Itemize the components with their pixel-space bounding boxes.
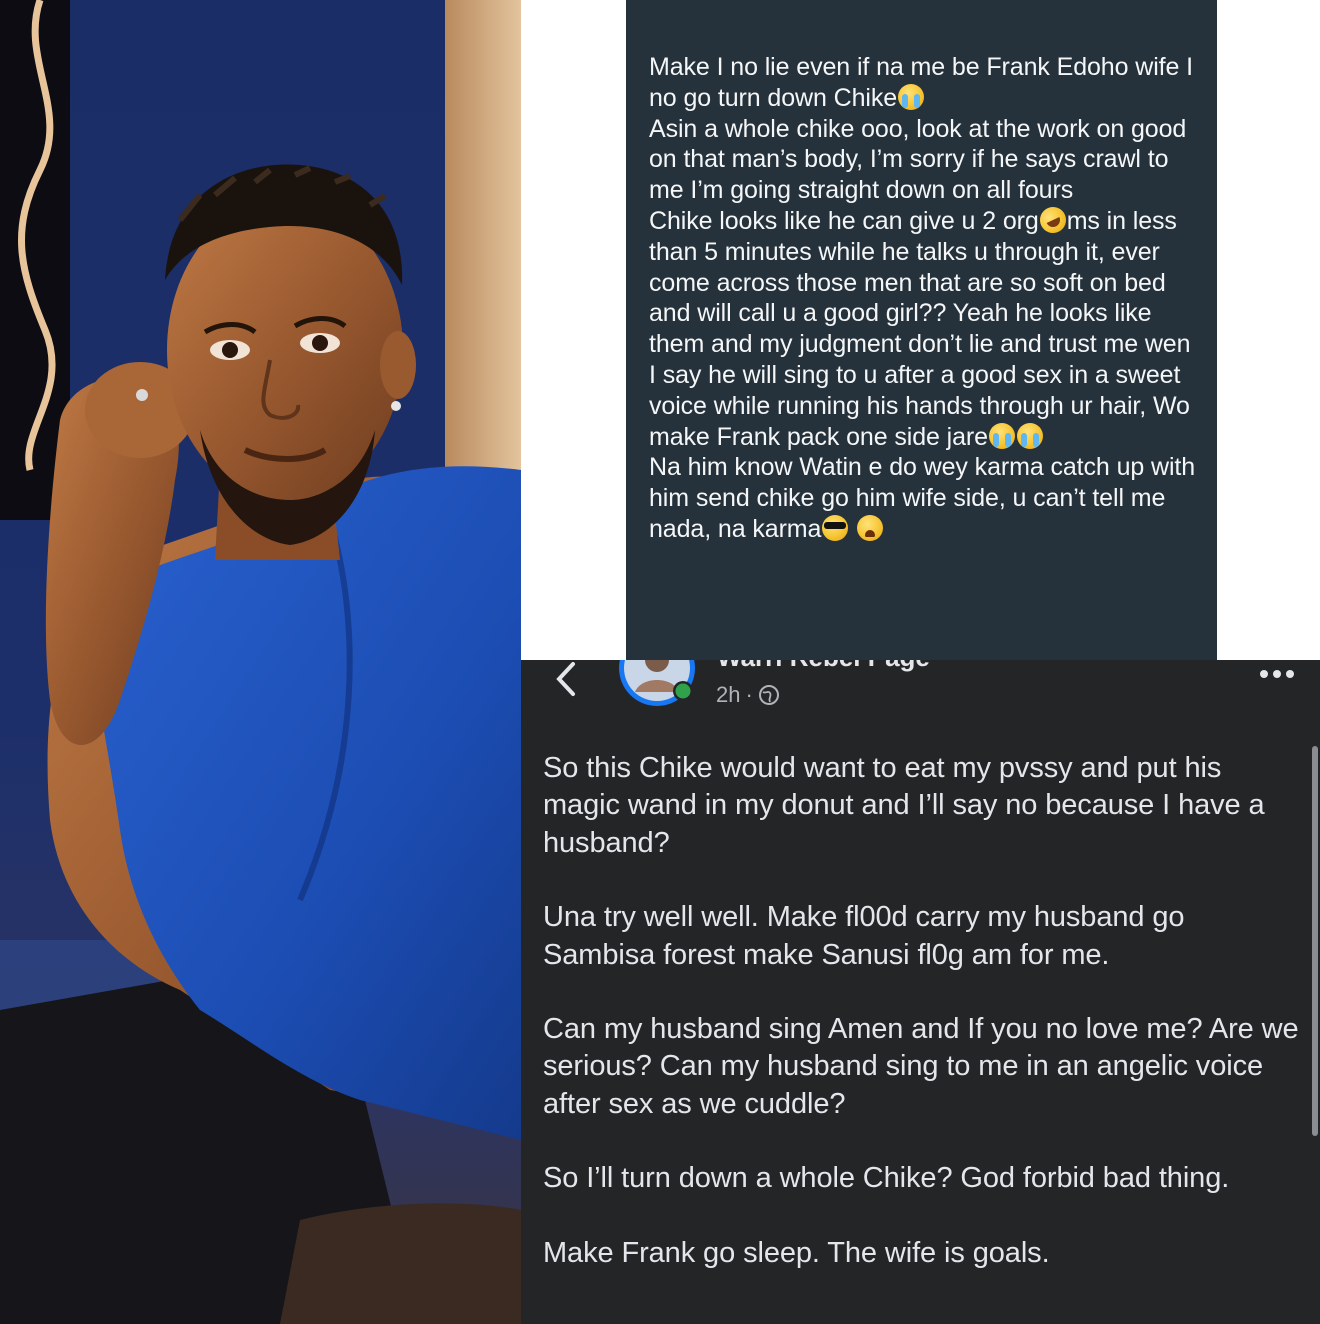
loudly-crying-face-icon xyxy=(898,83,925,110)
facebook-post-screenshot: Warri Rebel Page 2h· So this Chike would… xyxy=(521,660,1320,1324)
comment-paragraph: Na him know Watin e do wey karma catch u… xyxy=(649,453,1196,543)
scrollbar[interactable] xyxy=(1312,746,1318,1136)
post-meta: 2h · xyxy=(716,682,780,708)
comment-paragraph: Asin a whole chike ooo, look at the work… xyxy=(649,114,1187,205)
post-paragraph: Can my husband sing Amen and If you no l… xyxy=(543,1013,1299,1120)
comment-paragraph: ms in less than 5 minutes while he talks… xyxy=(649,206,1191,451)
smiling-face-with-sunglasses-icon xyxy=(822,514,849,541)
portrait-illustration xyxy=(0,0,521,1324)
portrait-photo xyxy=(0,0,521,1324)
post-body: So this Chike would want to eat my pvssy… xyxy=(543,750,1303,1309)
post-paragraph: Make Frank go sleep. The wife is goals. xyxy=(543,1236,1050,1269)
more-icon xyxy=(1260,670,1294,678)
post-paragraph: So this Chike would want to eat my pvssy… xyxy=(543,752,1265,859)
back-button[interactable] xyxy=(549,662,585,698)
weary-face-icon xyxy=(857,514,884,541)
chevron-left-icon xyxy=(556,662,575,696)
loudly-crying-face-icon xyxy=(988,422,1015,449)
post-time[interactable]: 2h xyxy=(716,682,740,707)
avatar[interactable] xyxy=(617,660,697,706)
white-gutter xyxy=(521,0,626,660)
post-header: Warri Rebel Page 2h· xyxy=(521,660,1320,724)
loudly-crying-face-icon xyxy=(1016,422,1043,449)
profile-picture-icon xyxy=(619,660,695,706)
globe-icon xyxy=(758,685,779,705)
online-status-dot xyxy=(675,683,691,699)
page-name[interactable]: Warri Rebel Page xyxy=(717,660,930,673)
post-paragraph: Una try well well. Make fl00d carry my h… xyxy=(543,901,1185,971)
comment-paragraph: Chike looks like he can give u 2 org xyxy=(649,206,1039,235)
more-options-button[interactable] xyxy=(1256,664,1298,684)
meta-separator: · xyxy=(745,682,753,707)
post-paragraph: So I’ll turn down a whole Chike? God for… xyxy=(543,1162,1230,1195)
comment-text: Make I no lie even if na me be Frank Edo… xyxy=(649,52,1199,545)
white-gutter xyxy=(1217,0,1320,660)
comment-screenshot: Make I no lie even if na me be Frank Edo… xyxy=(626,0,1217,660)
rolling-on-floor-laughing-icon xyxy=(1035,202,1070,238)
